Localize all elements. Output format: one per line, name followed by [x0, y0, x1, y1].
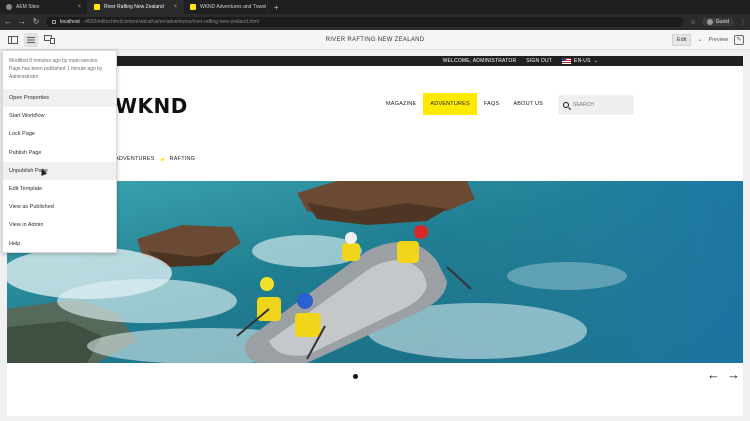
nav-magazine[interactable]: MAGAZINE [379, 93, 423, 115]
avatar-icon [706, 19, 713, 25]
main-navigation: MAGAZINE ADVENTURES FAQS ABOUT US [379, 93, 550, 115]
hero-image [7, 181, 743, 363]
menu-item-help[interactable]: Help [3, 235, 116, 253]
search-icon [563, 102, 569, 108]
tab-aem-sites[interactable]: AEM Sites × [0, 0, 88, 14]
wknd-favicon-icon [94, 4, 100, 10]
menu-item-publish-page[interactable]: Publish Page [3, 144, 116, 162]
url-field[interactable]: localhost :4502/editor.html/content/wknd… [46, 17, 685, 27]
carousel-indicator[interactable] [353, 374, 358, 379]
menu-item-start-workflow[interactable]: Start Workflow [3, 107, 116, 125]
browser-tab-bar: AEM Sites × River Rafting New Zealand × … [0, 0, 750, 14]
editor-toolbar: RIVER RAFTING NEW ZEALAND Edit ⌄ Preview… [0, 30, 750, 50]
editor-mode-controls: Edit ⌄ Preview ✎ [671, 33, 744, 46]
browser-actions: ☆ Guest ⋮ [690, 18, 746, 26]
tab-river-rafting[interactable]: River Rafting New Zealand × [88, 0, 184, 14]
welcome-text: WELCOME, ADMINISTRATOR [442, 58, 517, 64]
arrow-left-icon[interactable]: ← [707, 368, 720, 382]
breadcrumb: ADVENTURES RAFTING [115, 156, 195, 162]
tab-label: AEM Sites [16, 4, 40, 10]
browser-address-bar: ← → ↻ localhost :4502/editor.html/conten… [0, 14, 750, 30]
site-info-icon[interactable] [52, 20, 56, 24]
us-flag-icon [562, 58, 572, 64]
side-panel-toggle-icon[interactable] [6, 33, 20, 47]
nav-faqs[interactable]: FAQS [477, 93, 506, 115]
url-path: :4502/editor.html/content/wknd/us/en/adv… [83, 19, 259, 25]
nav-adventures[interactable]: ADVENTURES [423, 93, 477, 115]
language-selector[interactable]: EN-US ⌄ [562, 58, 598, 64]
utility-bar: WELCOME, ADMINISTRATOR SIGN OUT EN-US ⌄ [7, 56, 743, 66]
site-logo[interactable]: WKND [115, 94, 188, 118]
profile-button[interactable]: Guest [701, 18, 734, 26]
menu-item-view-in-admin[interactable]: View in Admin [3, 216, 116, 234]
bookmark-star-icon[interactable]: ☆ [690, 19, 695, 26]
menu-item-unpublish-page[interactable]: Unpublish Page [3, 161, 116, 180]
edit-mode-button[interactable]: Edit [671, 33, 692, 46]
chevron-down-icon: ⌄ [593, 58, 598, 64]
sign-out-link[interactable]: SIGN OUT [526, 58, 552, 64]
menu-item-view-as-published[interactable]: View as Published [3, 198, 116, 216]
aem-favicon-icon [6, 4, 12, 10]
page-information-menu: Modified 8 minutes ago by main-service. … [2, 50, 117, 253]
wknd-favicon-icon [190, 4, 196, 10]
reload-icon[interactable]: ↻ [32, 14, 40, 30]
annotate-icon[interactable]: ✎ [734, 34, 744, 45]
tab-wknd-adventures[interactable]: WKND Adventures and Travel × [184, 0, 268, 14]
language-label: EN-US [574, 58, 591, 64]
page-status-info: Modified 8 minutes ago by main-service. … [9, 58, 103, 80]
rafting-photo [7, 181, 743, 363]
breadcrumb-rafting: RAFTING [169, 156, 196, 162]
carousel-controls: ← → [7, 363, 743, 416]
page-information-icon[interactable] [24, 32, 38, 47]
nav-about-us[interactable]: ABOUT US [506, 93, 550, 115]
url-host: localhost [60, 19, 80, 25]
menu-item-open-properties[interactable]: Open Properties [3, 89, 116, 108]
search-input[interactable] [573, 102, 629, 108]
preview-button[interactable]: Preview [708, 37, 728, 43]
page-title: RIVER RAFTING NEW ZEALAND [325, 36, 425, 43]
tab-label: River Rafting New Zealand [104, 4, 164, 10]
breadcrumb-adventures[interactable]: ADVENTURES [115, 156, 155, 162]
kebab-menu-icon[interactable]: ⋮ [740, 19, 746, 26]
search-box[interactable] [558, 95, 634, 115]
arrow-right-icon[interactable]: → [727, 368, 740, 382]
profile-label: Guest [715, 19, 729, 25]
menu-item-lock-page[interactable]: Lock Page [3, 125, 116, 143]
menu-item-edit-template[interactable]: Edit Template [3, 180, 116, 198]
close-icon[interactable]: × [77, 4, 81, 10]
back-arrow-icon[interactable]: ← [4, 14, 12, 30]
emulator-icon[interactable] [42, 33, 56, 47]
screen: AEM Sites × River Rafting New Zealand × … [0, 0, 750, 421]
chevron-down-icon[interactable]: ⌄ [697, 36, 702, 43]
new-tab-button[interactable]: + [268, 0, 285, 14]
close-icon[interactable]: × [173, 4, 177, 10]
forward-arrow-icon[interactable]: → [18, 14, 26, 30]
page-canvas: WELCOME, ADMINISTRATOR SIGN OUT EN-US ⌄ … [7, 56, 743, 416]
breadcrumb-separator [160, 157, 164, 161]
tab-label: WKND Adventures and Travel [200, 4, 267, 10]
